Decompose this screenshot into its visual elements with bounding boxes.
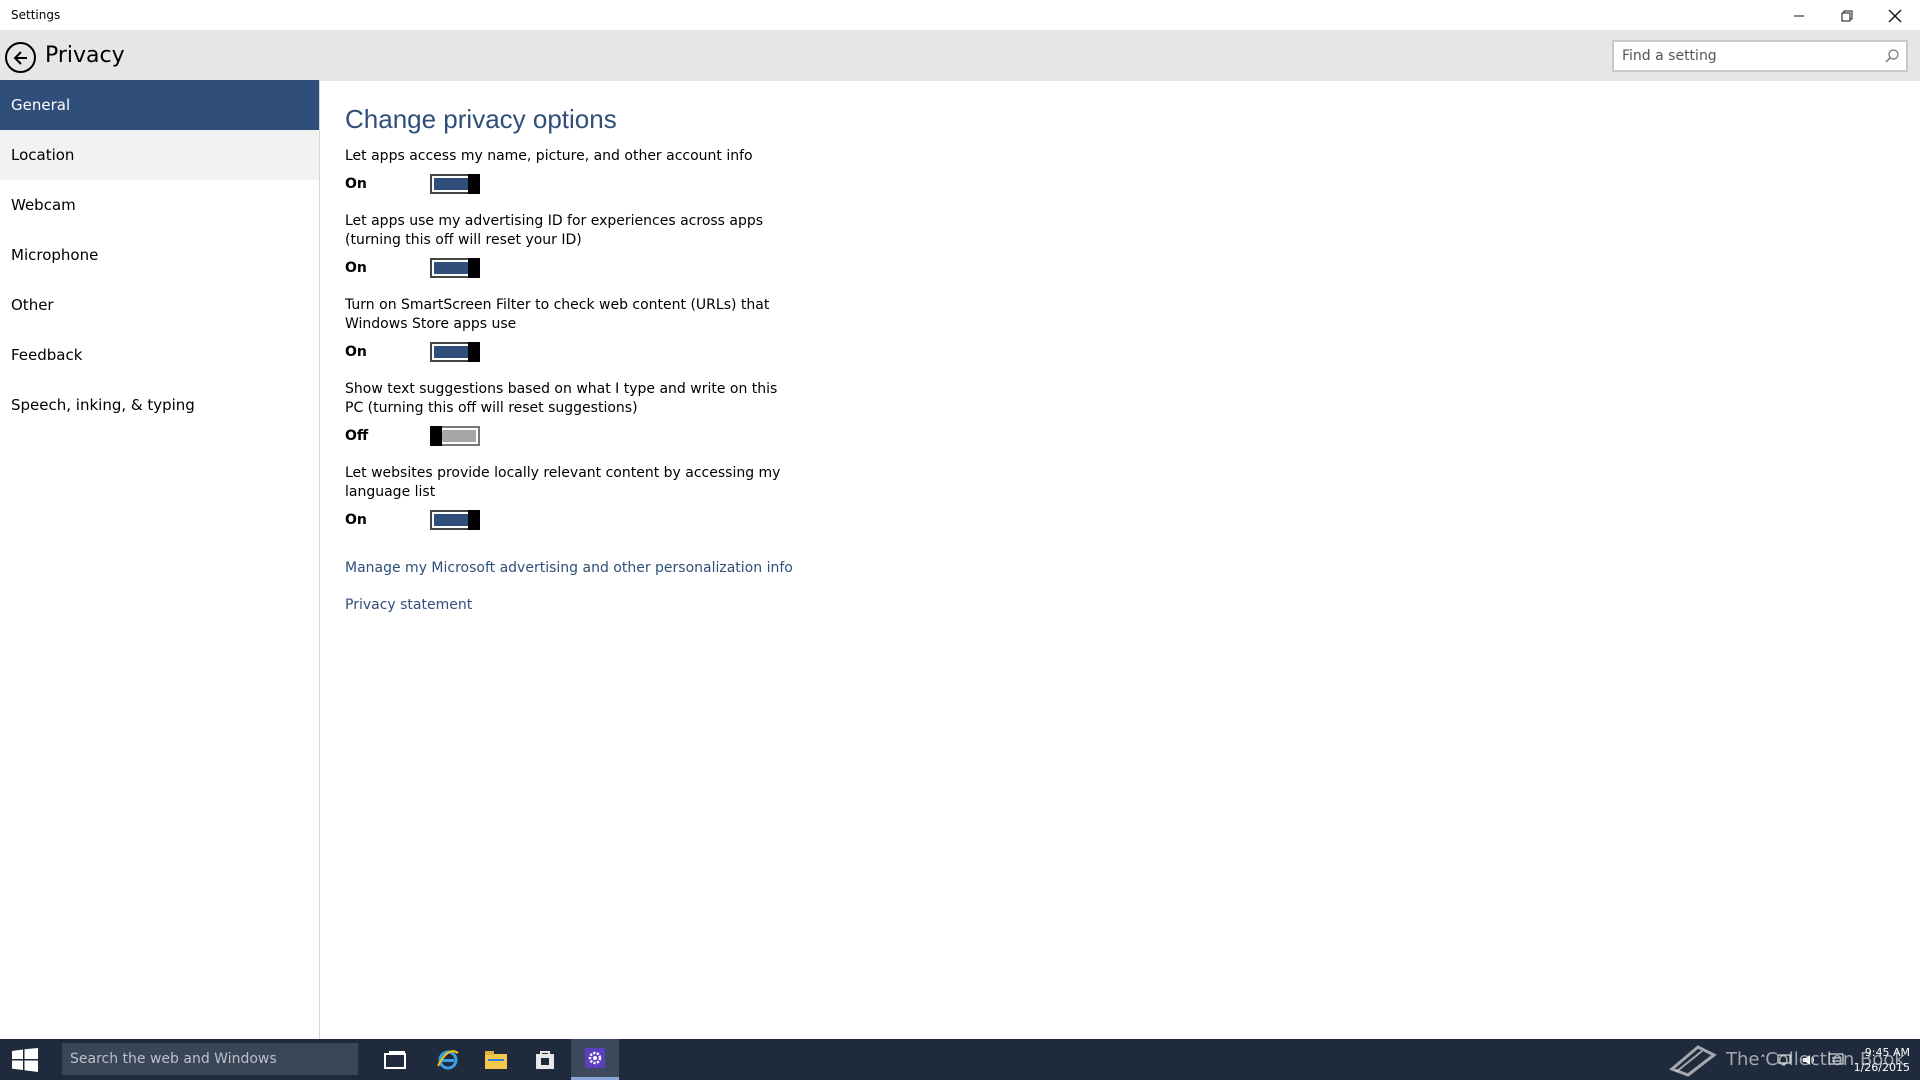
toggle-state-label: On (345, 344, 367, 360)
setting-description: Turn on SmartScreen Filter to check web … (345, 297, 770, 332)
sidebar-item-label: Speech, inking, & typing (11, 396, 195, 414)
toggle-knob (468, 510, 480, 530)
restore-icon (1841, 10, 1853, 21)
close-icon (1888, 9, 1902, 22)
setting-description: Show text suggestions based on what I ty… (345, 381, 778, 416)
toggle-row: On (345, 340, 1145, 364)
toggle-row: On (345, 508, 1145, 532)
toggle-knob (468, 342, 480, 362)
section-heading: Change privacy options (345, 104, 617, 134)
restore-button[interactable] (1824, 0, 1870, 31)
smartscreen-toggle[interactable] (430, 342, 480, 362)
setting-smartscreen: Turn on SmartScreen Filter to check web … (345, 296, 1145, 364)
settings-gear-icon (585, 1048, 605, 1068)
settings-taskbar-button[interactable] (571, 1039, 619, 1080)
task-view-button[interactable] (371, 1039, 419, 1080)
sidebar-item-general[interactable]: General (0, 80, 319, 130)
toggle-row: Off (345, 424, 1145, 448)
toggle-state-label: Off (345, 428, 369, 444)
magnifier-icon[interactable] (1884, 48, 1900, 64)
settings-list: Let apps access my name, picture, and ot… (345, 147, 1145, 532)
minimize-button[interactable] (1776, 0, 1822, 31)
sidebar-item-label: Microphone (11, 246, 99, 264)
sidebar-item-webcam[interactable]: Webcam (0, 180, 319, 230)
action-center-icon[interactable] (1828, 1053, 1844, 1067)
toggle-state-label: On (345, 512, 367, 528)
sidebar-item-label: General (11, 96, 71, 114)
advertising-id-toggle[interactable] (430, 258, 480, 278)
setting-language-list: Let websites provide locally relevant co… (345, 464, 1145, 532)
store-icon (536, 1050, 554, 1069)
sidebar-nav: General Location Webcam Microphone Other… (0, 80, 320, 1039)
internet-explorer-button[interactable] (424, 1039, 472, 1080)
setting-text-suggestions: Show text suggestions based on what I ty… (345, 380, 1145, 448)
sidebar-item-feedback[interactable]: Feedback (0, 330, 319, 380)
manage-advertising-link[interactable]: Manage my Microsoft advertising and othe… (345, 560, 1145, 576)
sidebar-item-label: Other (11, 296, 54, 314)
setting-account-info: Let apps access my name, picture, and ot… (345, 147, 1145, 196)
volume-icon[interactable] (1802, 1053, 1818, 1067)
sidebar-item-location[interactable]: Location (0, 130, 319, 180)
network-icon[interactable] (1776, 1053, 1792, 1067)
close-button[interactable] (1872, 0, 1918, 31)
sidebar-item-microphone[interactable]: Microphone (0, 230, 319, 280)
privacy-content: Change privacy options Let apps access m… (345, 80, 1145, 613)
file-explorer-icon (485, 1050, 507, 1069)
sidebar-item-label: Webcam (11, 196, 76, 214)
sidebar-item-other[interactable]: Other (0, 280, 319, 330)
language-list-toggle[interactable] (430, 510, 480, 530)
task-view-icon (384, 1050, 406, 1069)
minimize-icon (1794, 15, 1804, 16)
toggle-state-label: On (345, 260, 367, 276)
setting-description: Let websites provide locally relevant co… (345, 465, 781, 500)
chevron-up-icon[interactable]: ˄ (1760, 1053, 1766, 1066)
toggle-row: On (345, 256, 1145, 280)
toggle-knob (430, 426, 442, 446)
sidebar-item-speech-inking-typing[interactable]: Speech, inking, & typing (0, 380, 319, 430)
system-clock[interactable]: 9:45 AM 1/26/2015 (1854, 1045, 1910, 1075)
taskbar-search-box[interactable]: Search the web and Windows (62, 1043, 358, 1075)
page-title: Privacy (45, 43, 125, 68)
taskbar: Search the web and Windows ˄ 9:45 AM 1/2… (0, 1039, 1920, 1080)
setting-description: Let apps use my advertising ID for exper… (345, 213, 764, 248)
sidebar-item-label: Location (11, 146, 75, 164)
clock-time: 9:45 AM (1864, 1045, 1910, 1059)
start-button[interactable] (0, 1039, 50, 1080)
setting-description: Let apps access my name, picture, and ot… (345, 148, 753, 164)
account-info-toggle[interactable] (430, 174, 480, 194)
windows-logo-icon (12, 1047, 38, 1072)
find-setting-search[interactable] (1612, 40, 1908, 72)
toggle-knob (468, 258, 480, 278)
system-tray: ˄ 9:45 AM 1/26/2015 (1760, 1039, 1910, 1080)
file-explorer-button[interactable] (472, 1039, 520, 1080)
window-title: Settings (11, 8, 61, 22)
toggle-row: On (345, 172, 1145, 196)
sidebar-item-label: Feedback (11, 346, 83, 364)
search-input[interactable] (1622, 46, 1872, 66)
clock-date: 1/26/2015 (1853, 1060, 1910, 1074)
back-button[interactable] (5, 42, 36, 73)
privacy-statement-link[interactable]: Privacy statement (345, 597, 1145, 613)
back-arrow-icon (13, 50, 27, 65)
internet-explorer-icon (437, 1049, 459, 1069)
store-button[interactable] (521, 1039, 569, 1080)
window-titlebar: Settings (0, 0, 1920, 31)
toggle-state-label: On (345, 176, 367, 192)
settings-header: Privacy (0, 31, 1920, 81)
setting-advertising-id: Let apps use my advertising ID for exper… (345, 212, 1145, 280)
text-suggestions-toggle[interactable] (430, 426, 480, 446)
toggle-knob (468, 174, 480, 194)
